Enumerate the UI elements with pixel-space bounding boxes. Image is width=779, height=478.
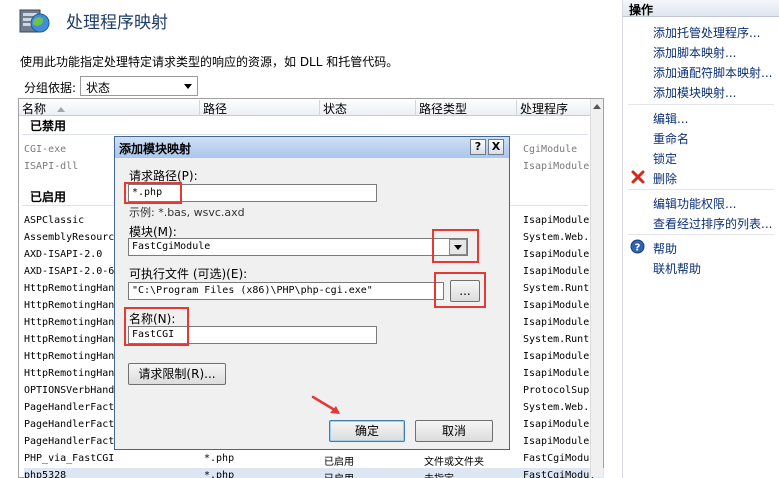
action-add-module-map[interactable]: 添加模块映射... (653, 84, 736, 101)
sort-up-icon (56, 107, 65, 112)
action-online-help[interactable]: 联机帮助 (653, 260, 701, 277)
ok-button[interactable]: 确定 (329, 420, 405, 442)
globe-icon (19, 9, 50, 33)
action-divider (628, 189, 774, 190)
action-divider (628, 104, 774, 105)
column-header-path-type[interactable]: 路径类型 (415, 100, 516, 116)
actions-header: 操作 (623, 0, 779, 17)
action-edit-feature-permissions[interactable]: 编辑功能权限... (653, 195, 736, 212)
action-lock[interactable]: 锁定 (653, 150, 677, 167)
list-scrollbar[interactable] (590, 99, 603, 477)
action-rename[interactable]: 重命名 (653, 130, 689, 147)
table-row[interactable]: PHP_via_FastCGI *.php 已启用 文件或文件夹 FastCgiModu… (24, 451, 604, 468)
column-header-state[interactable]: 状态 (319, 100, 415, 116)
svg-text:?: ? (635, 243, 641, 254)
column-header-path[interactable]: 路径 (199, 100, 319, 116)
page-description: 使用此功能指定处理特定请求类型的响应的资源，如 DLL 和托管代码。 (20, 55, 399, 69)
request-restrictions-button[interactable]: 请求限制(R)... (128, 363, 226, 385)
group-by-label: 分组依据: (24, 81, 77, 95)
column-header-name[interactable]: 名称 (19, 100, 199, 116)
page-title: 处理程序映射 (66, 13, 168, 33)
executable-label: 可执行文件 (可选)(E): (129, 267, 248, 281)
request-path-example: 示例: *.bas, wsvc.axd (129, 206, 245, 219)
arrow-annotation-icon (311, 395, 340, 414)
list-header: 名称 路径 状态 路径类型 处理程序 (19, 99, 603, 116)
module-select[interactable]: FastCgiModule (128, 238, 468, 256)
help-icon: ? (630, 239, 645, 254)
group-header-enabled: 已启用 (30, 190, 67, 204)
highlight-box (124, 307, 189, 346)
action-divider (628, 234, 774, 235)
action-help[interactable]: 帮助 (653, 240, 677, 257)
group-header-disabled: 已禁用 (30, 119, 67, 133)
dialog-close-button[interactable]: X (488, 139, 504, 155)
action-add-wildcard-script-map[interactable]: 添加通配符脚本映射... (653, 64, 772, 81)
action-edit[interactable]: 编辑... (653, 110, 688, 127)
dialog-title: 添加模块映射 (119, 142, 192, 156)
group-by-select[interactable]: 状态 (80, 76, 198, 96)
highlight-box (434, 272, 486, 308)
highlight-box (432, 229, 479, 263)
action-view-ordered-list[interactable]: 查看经过排序的列表... (653, 215, 772, 232)
scroll-up-icon (593, 104, 601, 109)
dialog-help-button[interactable]: ? (470, 139, 486, 155)
cancel-button[interactable]: 取消 (415, 420, 493, 442)
highlight-box (124, 182, 182, 204)
action-add-managed-handler[interactable]: 添加托管处理程序... (653, 24, 760, 41)
table-row[interactable]: php5328*.php已启用未指定FastCgiModule (24, 468, 604, 478)
delete-icon (631, 170, 645, 184)
action-delete[interactable]: 删除 (653, 170, 677, 187)
action-add-script-map[interactable]: 添加脚本映射... (653, 44, 736, 61)
group-divider (22, 134, 588, 135)
chevron-down-icon (184, 84, 192, 89)
column-header-handler[interactable]: 处理程序 (516, 100, 590, 116)
executable-input[interactable]: "C:\Program Files (x86)\PHP\php-cgi.exe" (128, 282, 444, 300)
group-by-value: 状态 (86, 81, 111, 95)
